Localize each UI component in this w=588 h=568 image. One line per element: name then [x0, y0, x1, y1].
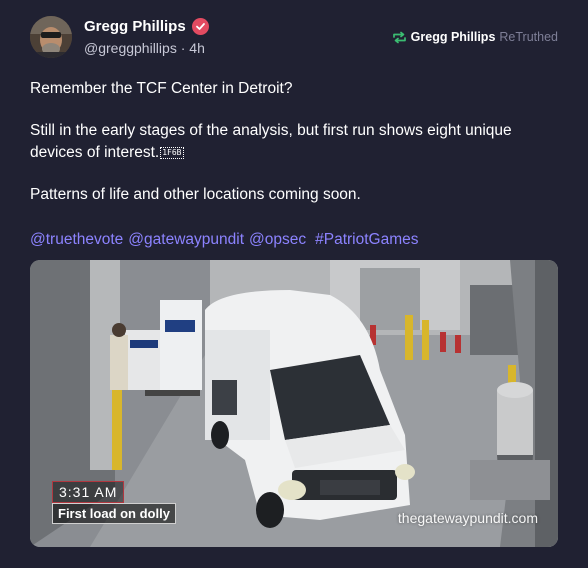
media-caption: First load on dolly: [52, 503, 176, 524]
meta-separator: ·: [180, 40, 186, 56]
truth-post: Gregg Phillips @greggphillips · 4h Gregg…: [0, 0, 588, 568]
author-name[interactable]: Gregg Phillips: [84, 18, 209, 35]
author-handle[interactable]: @greggphillips: [84, 40, 177, 56]
mention-gatewaypundit[interactable]: @gatewaypundit: [128, 229, 244, 251]
media-timestamp: 3:31 AM: [52, 481, 125, 503]
retruth-indicator: Gregg Phillips ReTruthed: [392, 30, 558, 44]
post-paragraph-3: Patterns of life and other locations com…: [30, 186, 361, 203]
emoji-placeholder-glyph: 1F6B: [160, 147, 184, 159]
avatar-image: [30, 16, 72, 58]
author-display-name[interactable]: Gregg Phillips: [84, 18, 186, 35]
post-body: Remember the TCF Center in Detroit? Stil…: [30, 78, 560, 226]
post-paragraph-2-text: Still in the early stages of the analysi…: [30, 122, 512, 161]
mention-opsec[interactable]: @opsec: [249, 229, 306, 251]
retruth-icon: [392, 31, 407, 44]
retruth-name[interactable]: Gregg Phillips: [411, 30, 496, 44]
hashtag-patriotgames[interactable]: #PatriotGames: [315, 229, 418, 251]
post-paragraph-1: Remember the TCF Center in Detroit?: [30, 80, 293, 97]
verified-badge-icon: [191, 18, 209, 35]
author-meta: @greggphillips · 4h: [84, 40, 205, 56]
mention-truethevote[interactable]: @truethevote: [30, 229, 123, 251]
retruth-label: ReTruthed: [499, 30, 558, 44]
media-watermark: thegatewaypundit.com: [397, 510, 538, 526]
post-paragraph-2: Still in the early stages of the analysi…: [30, 120, 560, 164]
avatar[interactable]: [30, 16, 72, 58]
post-time[interactable]: 4h: [189, 40, 205, 56]
post-media-image[interactable]: 3:31 AM First load on dolly thegatewaypu…: [30, 260, 558, 547]
post-tags: @truethevote @gatewaypundit @opsec #Patr…: [30, 229, 419, 251]
